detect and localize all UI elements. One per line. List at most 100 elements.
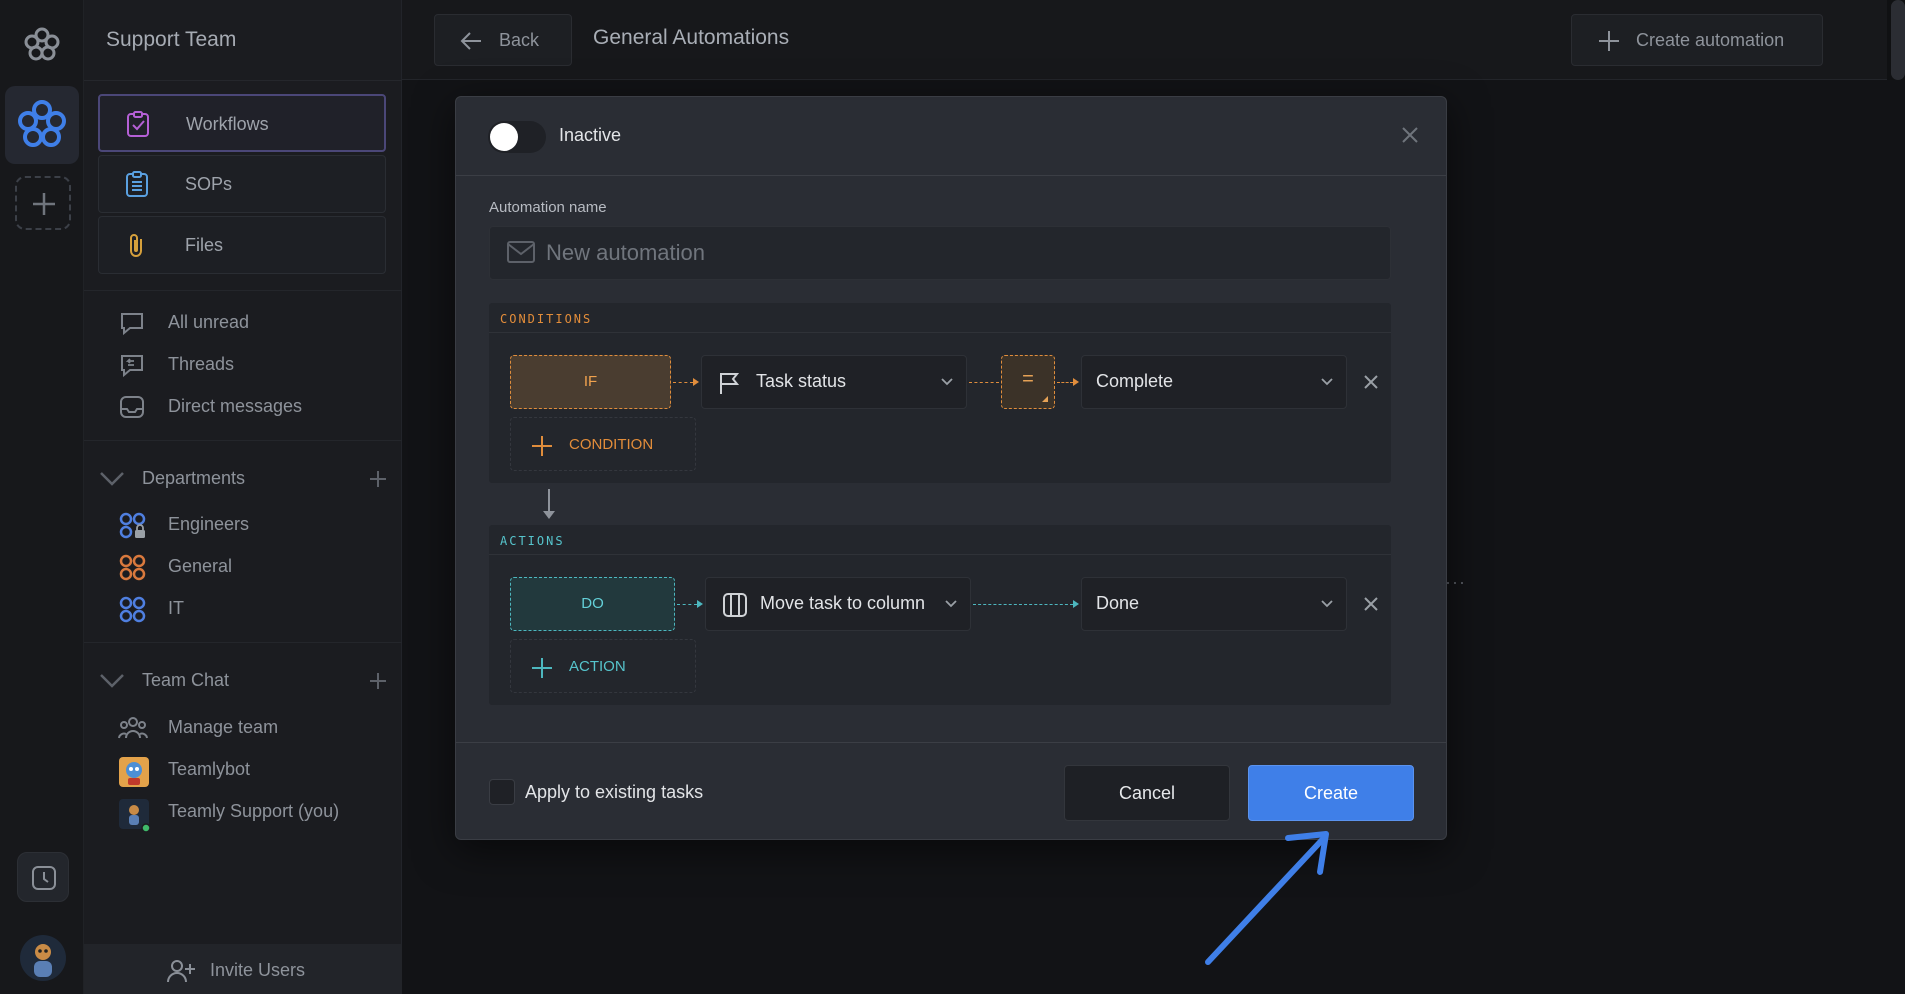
actions-title: ACTIONS — [500, 534, 565, 548]
columns-icon — [723, 593, 747, 617]
workspace-support-team[interactable] — [5, 86, 79, 164]
status-label: Inactive — [559, 125, 622, 145]
arrow-down-icon — [543, 489, 555, 519]
add-chat-plus-icon[interactable] — [368, 671, 388, 691]
connector — [677, 604, 697, 605]
add-action-button[interactable]: ACTION — [510, 639, 696, 693]
chevron-down-icon — [1321, 378, 1333, 386]
add-user-icon — [167, 960, 195, 983]
operator-select[interactable]: = — [1001, 355, 1055, 409]
condition-field-label: Task status — [756, 371, 847, 391]
connector — [973, 604, 1073, 605]
app-logo-icon[interactable] — [22, 24, 62, 64]
divider — [84, 290, 402, 291]
threads-icon — [121, 355, 143, 378]
condition-value-label: Complete — [1096, 371, 1174, 391]
active-toggle[interactable] — [488, 121, 546, 153]
back-label: Back — [499, 30, 540, 50]
sidebar-item-label: Direct messages — [168, 396, 303, 416]
bot-avatar-icon — [119, 757, 149, 787]
cancel-button[interactable]: Cancel — [1064, 765, 1230, 821]
nav-workflows[interactable]: Workflows — [98, 94, 386, 152]
sidebar-item-label: Threads — [168, 354, 235, 374]
nav-card-label: Workflows — [186, 114, 269, 134]
connector-arrow-icon — [1073, 378, 1079, 386]
connector-arrow-icon — [1073, 600, 1079, 608]
add-condition-button[interactable]: CONDITION — [510, 417, 696, 471]
create-button[interactable]: Create — [1248, 765, 1414, 821]
nav-card-label: Files — [185, 235, 224, 255]
sidebar-item-label: Teamlybot — [168, 759, 251, 779]
plus-icon — [532, 436, 552, 456]
toggle-knob — [490, 123, 518, 151]
nav-files[interactable]: Files — [98, 216, 386, 274]
add-workspace-button[interactable] — [15, 176, 71, 230]
sidebar-item-label: IT — [168, 598, 184, 618]
sidebar-item-label: All unread — [168, 312, 250, 332]
action-target-select[interactable]: Done — [1081, 577, 1347, 631]
nav-sops[interactable]: SOPs — [98, 155, 386, 213]
page-title: General Automations — [593, 26, 790, 49]
if-chip: IF — [510, 355, 671, 409]
create-automation-button[interactable]: Create automation — [1571, 14, 1823, 66]
chevron-down-icon — [945, 600, 957, 608]
automation-modal: Inactive Automation name CONDITIONS IF T… — [455, 96, 1447, 840]
do-chip: DO — [510, 577, 675, 631]
remove-action-icon[interactable] — [1363, 596, 1379, 612]
if-label: IF — [583, 373, 598, 390]
conditions-block: CONDITIONS IF Task status = Complete CON… — [489, 303, 1391, 483]
history-button[interactable] — [17, 852, 69, 902]
scrollbar-thumb[interactable] — [1891, 0, 1905, 80]
conditions-header: CONDITIONS — [489, 303, 1391, 333]
apply-existing-label[interactable]: Apply to existing tasks — [525, 782, 703, 803]
connector — [673, 382, 693, 383]
condition-field-select[interactable]: Task status — [701, 355, 967, 409]
add-department-plus-icon[interactable] — [368, 469, 388, 489]
list-doc-icon — [126, 171, 148, 197]
invite-users-button[interactable]: Invite Users — [84, 944, 402, 994]
section-team-chat[interactable]: Team Chat — [98, 666, 388, 696]
nav-card-label: SOPs — [185, 174, 233, 194]
do-label: DO — [581, 595, 604, 612]
connector — [969, 382, 999, 383]
divider — [84, 80, 402, 81]
grid-icon — [119, 596, 146, 623]
automation-name-input[interactable] — [489, 226, 1391, 280]
condition-value-select[interactable]: Complete — [1081, 355, 1347, 409]
sidebar-item-label: Teamly Support (you) — [168, 801, 340, 821]
apply-existing-checkbox[interactable] — [489, 779, 515, 805]
actions-block: ACTIONS DO Move task to column Done ACTI… — [489, 525, 1391, 705]
modal-header: Inactive — [456, 97, 1446, 176]
clock-icon — [32, 866, 56, 890]
chevron-down-icon — [1321, 600, 1333, 608]
user-avatar[interactable] — [20, 935, 66, 981]
dropdown-corner-icon — [1042, 396, 1048, 402]
section-title: Team Chat — [142, 670, 230, 690]
grid-icon — [119, 554, 146, 581]
connector — [1057, 382, 1073, 383]
chevron-down-icon — [100, 472, 124, 486]
section-title: Departments — [142, 468, 246, 488]
connector-arrow-icon — [693, 378, 699, 386]
back-button[interactable]: Back — [434, 14, 572, 66]
operator-label: = — [1022, 368, 1034, 390]
add-condition-label: CONDITION — [569, 436, 654, 453]
plus-icon — [33, 193, 55, 215]
chevron-down-icon — [100, 674, 124, 688]
action-target-label: Done — [1096, 593, 1140, 613]
section-departments[interactable]: Departments — [98, 464, 388, 494]
chevron-down-icon — [941, 378, 953, 386]
paperclip-icon — [130, 234, 142, 257]
locked-grid-icon — [119, 512, 146, 539]
sidebar-item-label: Manage team — [168, 717, 279, 737]
top-bar: Back General Automations Create automati… — [402, 0, 1905, 80]
annotation-arrow-icon — [1205, 831, 1329, 965]
remove-condition-icon[interactable] — [1363, 374, 1379, 390]
more-dots-icon: ··· — [1445, 572, 1466, 592]
people-icon — [118, 717, 148, 739]
flag-icon — [720, 373, 740, 394]
action-type-select[interactable]: Move task to column — [705, 577, 971, 631]
close-icon[interactable] — [1400, 125, 1420, 145]
arrow-left-icon — [460, 32, 481, 50]
divider — [84, 440, 402, 441]
